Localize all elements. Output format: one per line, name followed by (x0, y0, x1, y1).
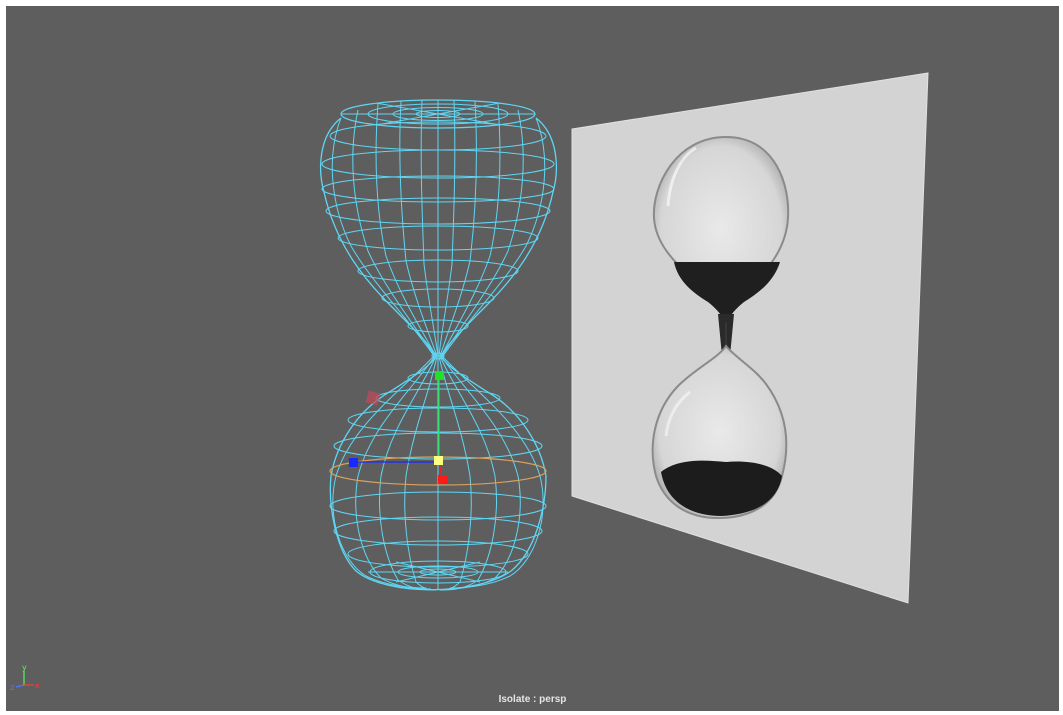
camera-label: Isolate : persp (498, 694, 567, 705)
gizmo-z-label: z (10, 683, 14, 692)
z-axis-cube-handle[interactable] (349, 458, 358, 467)
gizmo-z-axis (15, 684, 25, 688)
hourglass-wireframe-mesh[interactable] (320, 99, 557, 591)
gizmo-x-label: x (35, 681, 40, 690)
scene-canvas[interactable] (6, 6, 1059, 711)
y-axis-cube-handle[interactable] (435, 371, 444, 380)
center-handle[interactable] (434, 456, 443, 465)
gizmo-y-label: y (22, 663, 27, 672)
rotate-handle[interactable] (365, 390, 381, 406)
perspective-viewport[interactable]: y x z Isolate : persp (6, 6, 1059, 711)
reference-image-plane[interactable] (571, 72, 929, 604)
axis-gizmo: y x z (10, 663, 40, 692)
x-axis-cube-handle[interactable] (438, 475, 447, 484)
